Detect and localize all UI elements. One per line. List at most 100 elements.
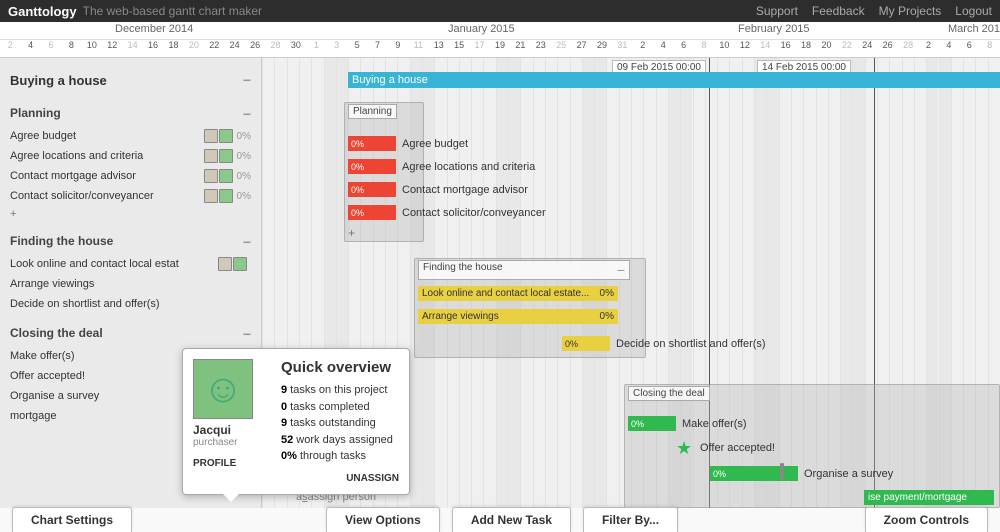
avatar-icon	[204, 189, 218, 203]
day-label: 28	[898, 40, 918, 57]
milestone-icon[interactable]: ★	[676, 438, 692, 459]
group-closing-label[interactable]: Closing the deal	[628, 386, 710, 401]
nav-my-projects[interactable]: My Projects	[879, 4, 942, 18]
task-bar[interactable]: 0%Make offer(s)	[628, 416, 747, 431]
avatar-icon	[204, 149, 218, 163]
filter-by-button[interactable]: Filter By...	[583, 507, 678, 532]
zoom-controls-button[interactable]: Zoom Controls	[865, 507, 988, 532]
task-bar[interactable]: Arrange viewings0%	[418, 309, 618, 324]
add-task-icon[interactable]: +	[348, 226, 355, 240]
bottom-toolbar: Chart Settings View Options Add New Task…	[0, 506, 1000, 532]
day-label: 25	[551, 40, 571, 57]
collapse-icon[interactable]: −	[243, 72, 251, 88]
topbar: Ganttology The web-based gantt chart mak…	[0, 0, 1000, 22]
day-label: 20	[184, 40, 204, 57]
month-row: December 2014 January 2015 February 2015…	[0, 22, 1000, 40]
day-label: 15	[449, 40, 469, 57]
month-label: January 2015	[448, 23, 515, 35]
day-label: 22	[204, 40, 224, 57]
day-label: 27	[571, 40, 591, 57]
collapse-icon[interactable]: −	[243, 234, 251, 250]
group-finding-label[interactable]: Finding the house−	[418, 260, 630, 280]
day-label: 19	[490, 40, 510, 57]
nav-support[interactable]: Support	[756, 4, 798, 18]
sidebar-section-header[interactable]: Finding the house−	[10, 230, 251, 254]
day-label: 12	[735, 40, 755, 57]
avatar-icon	[219, 169, 233, 183]
day-label: 10	[82, 40, 102, 57]
day-label: 14	[755, 40, 775, 57]
sidebar-task[interactable]: Contact mortgage advisor0%	[10, 166, 251, 186]
day-label: 2	[918, 40, 938, 57]
day-label: 3	[327, 40, 347, 57]
task-bar[interactable]: ise payment/mortgage	[864, 490, 994, 505]
day-label: 22	[837, 40, 857, 57]
tagline: The web-based gantt chart maker	[83, 4, 262, 18]
chart-settings-button[interactable]: Chart Settings	[12, 507, 132, 532]
day-label: 2	[0, 40, 20, 57]
day-label: 30	[286, 40, 306, 57]
sidebar-task[interactable]: Look online and contact local estat	[10, 254, 251, 274]
avatar-icon	[204, 169, 218, 183]
project-title-label: Buying a house	[10, 73, 107, 88]
sidebar-section-header[interactable]: Closing the deal−	[10, 322, 251, 346]
avatar-icon	[219, 189, 233, 203]
nav-feedback[interactable]: Feedback	[812, 4, 865, 18]
task-bar[interactable]: 0%Decide on shortlist and offer(s)	[562, 336, 766, 351]
task-bar[interactable]: Look online and contact local estate...0…	[418, 286, 618, 301]
day-label: 13	[429, 40, 449, 57]
sidebar-task[interactable]: Agree locations and criteria0%	[10, 146, 251, 166]
day-label: 24	[224, 40, 244, 57]
task-bar[interactable]: 0%Contact mortgage advisor	[348, 182, 528, 197]
task-bar[interactable]: 0%Agree locations and criteria	[348, 159, 535, 174]
day-label: 20	[816, 40, 836, 57]
project-title[interactable]: Buying a house −	[10, 68, 251, 94]
day-label: 9	[388, 40, 408, 57]
sidebar-task[interactable]: Arrange viewings	[10, 274, 251, 294]
day-label: 5	[347, 40, 367, 57]
popup-title: Quick overview	[281, 359, 399, 376]
day-label: 8	[694, 40, 714, 57]
avatar-large	[193, 359, 253, 419]
sidebar-task[interactable]: Agree budget0%	[10, 126, 251, 146]
top-nav: Support Feedback My Projects Logout	[756, 4, 992, 18]
day-label: 11	[408, 40, 428, 57]
sidebar-section-header[interactable]: Planning−	[10, 102, 251, 126]
day-label: 18	[163, 40, 183, 57]
add-task-icon[interactable]: +	[10, 206, 251, 222]
collapse-icon[interactable]: −	[243, 106, 251, 122]
day-label: 14	[122, 40, 142, 57]
project-bar[interactable]: Buying a house	[348, 72, 1000, 88]
unassign-link[interactable]: UNASSIGN	[281, 473, 399, 484]
day-label: 26	[877, 40, 897, 57]
day-label: 2	[633, 40, 653, 57]
task-bar[interactable]: 0%Agree budget	[348, 136, 468, 151]
group-planning-label[interactable]: Planning	[348, 104, 397, 119]
day-label: 8	[980, 40, 1000, 57]
sidebar-task[interactable]: Contact solicitor/conveyancer0%	[10, 186, 251, 206]
day-label: 1	[306, 40, 326, 57]
day-label: 28	[265, 40, 285, 57]
add-new-task-button[interactable]: Add New Task	[452, 507, 571, 532]
day-label: 31	[612, 40, 632, 57]
collapse-icon[interactable]: −	[617, 262, 625, 278]
nav-logout[interactable]: Logout	[955, 4, 992, 18]
day-label: 12	[102, 40, 122, 57]
day-label: 4	[20, 40, 40, 57]
collapse-icon[interactable]: −	[243, 326, 251, 342]
sidebar-task[interactable]: Decide on shortlist and offer(s)	[10, 294, 251, 314]
day-label: 16	[775, 40, 795, 57]
task-bar[interactable]: 0%Contact solicitor/conveyancer	[348, 205, 546, 220]
avatar-icon	[219, 149, 233, 163]
day-label: 17	[469, 40, 489, 57]
day-label: 6	[959, 40, 979, 57]
brand: Ganttology	[8, 4, 77, 19]
profile-link[interactable]: PROFILE	[193, 458, 271, 469]
view-options-button[interactable]: View Options	[326, 507, 440, 532]
day-label: 29	[592, 40, 612, 57]
task-bar[interactable]: 0%Organise a survey	[710, 466, 893, 481]
day-label: 23	[531, 40, 551, 57]
day-label: 18	[796, 40, 816, 57]
avatar-icon	[218, 257, 232, 271]
day-label: 21	[510, 40, 530, 57]
